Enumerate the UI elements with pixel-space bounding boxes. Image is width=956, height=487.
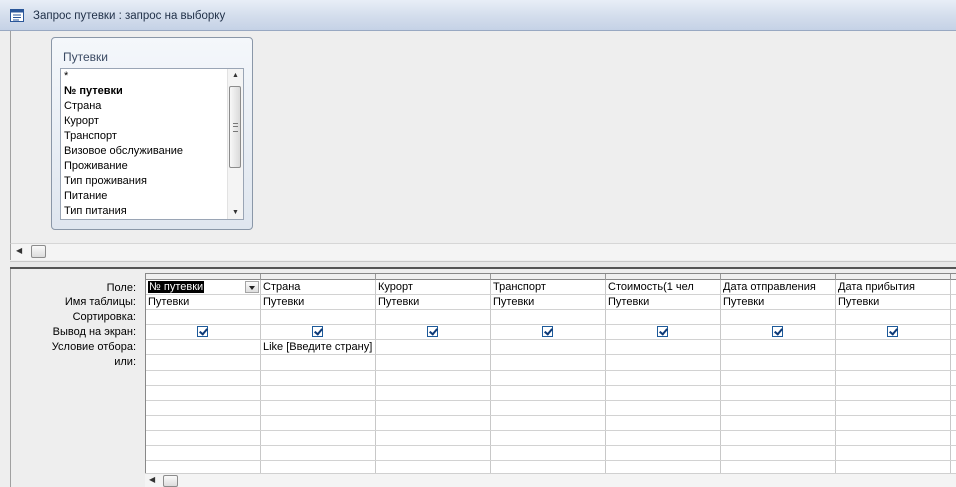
grid-sort-cell[interactable] <box>491 310 606 325</box>
grid-show-cell[interactable] <box>606 325 721 340</box>
field-list-scrollbar[interactable]: ▲ ▼ <box>227 69 243 219</box>
grid-table-cell[interactable]: Путевки <box>491 295 606 310</box>
grid-sort-cell[interactable] <box>606 310 721 325</box>
grid-sort-cell[interactable] <box>721 310 836 325</box>
grid-show-cell[interactable] <box>491 325 606 340</box>
field-list-item[interactable]: Страна <box>64 100 101 112</box>
grid-sort-cell[interactable] <box>261 310 376 325</box>
checkbox-checked-icon[interactable] <box>197 326 208 337</box>
row-label-table: Имя таблицы: <box>64 296 136 308</box>
grid-horizontal-scrollbar[interactable]: ◀ <box>145 473 956 487</box>
grid-show-cell[interactable] <box>376 325 491 340</box>
field-list-item-key[interactable]: № путевки <box>64 85 123 97</box>
grid-field-cell-empty[interactable] <box>951 280 956 295</box>
grid-show-cell[interactable] <box>721 325 836 340</box>
grid-field-cell[interactable]: Транспорт <box>491 280 606 295</box>
scroll-left-icon[interactable]: ◀ <box>16 246 22 255</box>
grid-field-cell[interactable]: Стоимость(1 чел <box>606 280 721 295</box>
field-list-item[interactable]: Тип проживания <box>64 175 147 187</box>
scroll-down-icon[interactable]: ▼ <box>232 209 239 216</box>
field-list-item[interactable]: Проживание <box>64 160 128 172</box>
field-list-item[interactable]: Питание <box>64 190 107 202</box>
checkbox-checked-icon[interactable] <box>427 326 438 337</box>
checkbox-checked-icon[interactable] <box>772 326 783 337</box>
grid-or-cell[interactable] <box>376 355 491 474</box>
scroll-left-icon[interactable]: ◀ <box>149 475 155 484</box>
grid-or-cell[interactable] <box>721 355 836 474</box>
grid-show-cell[interactable] <box>836 325 951 340</box>
grid-sort-cell[interactable] <box>836 310 951 325</box>
grid-table-cell[interactable]: Путевки <box>261 295 376 310</box>
row-label-criteria: Условие отбора: <box>51 341 136 353</box>
grid-criteria-cell[interactable]: Like [Введите страну] <box>261 340 376 355</box>
grid-table-cell[interactable]: Путевки <box>606 295 721 310</box>
field-list-item[interactable]: Визовое обслуживание <box>64 145 183 157</box>
grid-field-cell[interactable]: Дата прибытия <box>836 280 951 295</box>
grip-icon <box>233 123 238 132</box>
pane-splitter[interactable] <box>10 261 956 269</box>
grid-field-cell[interactable]: № путевки <box>146 280 261 295</box>
row-label-or: или: <box>114 356 136 368</box>
grid-show-cell[interactable] <box>261 325 376 340</box>
grid-sort-cell-empty[interactable] <box>951 310 956 325</box>
grid-or-cell[interactable] <box>606 355 721 474</box>
grid-sort-cell[interactable] <box>376 310 491 325</box>
grid-or-cell-empty[interactable] <box>951 355 956 474</box>
table-field-list[interactable]: Путевки * № путевки Страна Курорт Трансп… <box>51 37 253 230</box>
query-window-icon <box>10 9 24 22</box>
grid-show-cell-empty[interactable] <box>951 325 956 340</box>
row-label-field: Поле: <box>106 282 136 294</box>
window-title: Запрос путевки : запрос на выборку <box>33 10 226 22</box>
grid-field-cell[interactable]: Курорт <box>376 280 491 295</box>
grid-criteria-cell[interactable] <box>146 340 261 355</box>
grid-table-cell[interactable]: Путевки <box>146 295 261 310</box>
checkbox-checked-icon[interactable] <box>657 326 668 337</box>
grid-or-cell[interactable] <box>261 355 376 474</box>
scroll-thumb[interactable] <box>31 245 46 258</box>
grid-table-cell[interactable]: Путевки <box>721 295 836 310</box>
grid-field-cell[interactable]: Страна <box>261 280 376 295</box>
column-selector-strip[interactable] <box>146 274 956 280</box>
field-list-item[interactable]: Транспорт <box>64 130 117 142</box>
grid-sort-cell[interactable] <box>146 310 261 325</box>
grid-criteria-cell[interactable] <box>606 340 721 355</box>
field-list-item[interactable]: Курорт <box>64 115 99 127</box>
scroll-thumb[interactable] <box>163 475 178 487</box>
query-design-grid[interactable]: № путевки Путевки Страна Путевки Like [В… <box>145 273 956 474</box>
grid-table-cell[interactable]: Путевки <box>376 295 491 310</box>
grid-table-cell-empty[interactable] <box>951 295 956 310</box>
row-label-show: Вывод на экран: <box>52 326 136 338</box>
grid-criteria-cell-empty[interactable] <box>951 340 956 355</box>
grid-or-cell[interactable] <box>836 355 951 474</box>
field-list-item[interactable]: Тип питания <box>64 205 127 217</box>
grid-criteria-cell[interactable] <box>491 340 606 355</box>
chevron-down-icon[interactable] <box>245 281 259 293</box>
grid-field-value: № путевки <box>148 281 205 293</box>
scroll-thumb[interactable] <box>229 86 241 168</box>
table-field-list-title[interactable]: Путевки <box>63 50 108 64</box>
grid-table-cell[interactable]: Путевки <box>836 295 951 310</box>
grid-criteria-cell[interactable] <box>836 340 951 355</box>
grid-or-cell[interactable] <box>146 355 261 474</box>
grid-field-cell[interactable]: Дата отправления <box>721 280 836 295</box>
row-label-sort: Сортировка: <box>72 311 136 323</box>
checkbox-checked-icon[interactable] <box>312 326 323 337</box>
grid-show-cell[interactable] <box>146 325 261 340</box>
checkbox-checked-icon[interactable] <box>887 326 898 337</box>
grid-criteria-cell[interactable] <box>721 340 836 355</box>
design-pane-horizontal-scrollbar[interactable]: ◀ <box>10 243 956 260</box>
grid-or-cell[interactable] <box>491 355 606 474</box>
field-list-item[interactable]: * <box>64 70 68 82</box>
title-bar: Запрос путевки : запрос на выборку <box>0 0 956 31</box>
checkbox-checked-icon[interactable] <box>542 326 553 337</box>
field-list[interactable]: * № путевки Страна Курорт Транспорт Визо… <box>60 68 244 220</box>
grid-criteria-cell[interactable] <box>376 340 491 355</box>
scroll-up-icon[interactable]: ▲ <box>232 72 239 79</box>
